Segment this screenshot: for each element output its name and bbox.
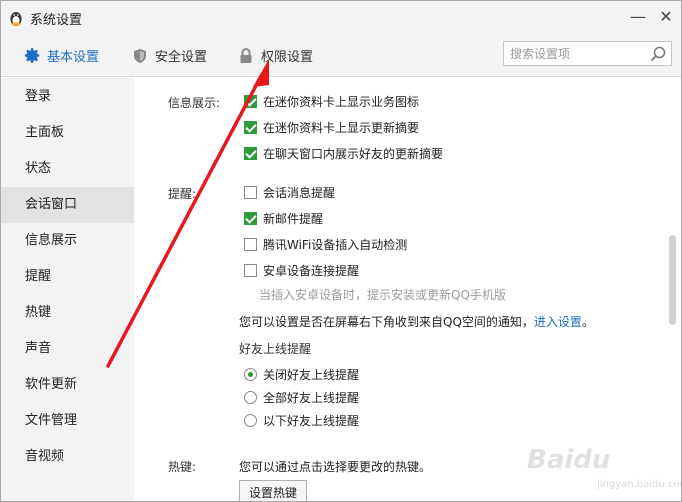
tab-permission-settings-label: 权限设置 — [261, 50, 314, 65]
option-new-mail-reminder[interactable]: 新邮件提醒 — [244, 210, 323, 226]
search-input[interactable] — [510, 45, 645, 63]
penguin-icon — [10, 12, 22, 26]
checkbox[interactable] — [244, 146, 257, 160]
sidebar-item-hotkey[interactable]: 热键 — [1, 295, 134, 331]
option-mini-card-update-summary[interactable]: 在迷你资料卡上显示更新摘要 — [244, 119, 419, 135]
option-label: 新邮件提醒 — [263, 211, 324, 226]
tab-security-settings[interactable]: 安全设置 — [131, 34, 207, 77]
gear-icon — [23, 47, 41, 65]
tab-bar: 基本设置 安全设置 权限设置 — [1, 34, 681, 77]
settings-window: 系统设置 — ✕ 基本设置 安全设置 权限设置 登录 — [0, 0, 682, 502]
search-box[interactable] — [503, 41, 672, 66]
option-label: 会话消息提醒 — [263, 185, 336, 200]
tab-basic-settings[interactable]: 基本设置 — [23, 34, 99, 77]
radio-all-friends-online[interactable]: 全部好友上线提醒 — [244, 389, 359, 405]
radio-button[interactable] — [244, 390, 257, 404]
qzone-notice-text: 您可以设置是否在屏幕右下角收到来自QQ空间的通知， — [239, 314, 534, 329]
option-label: 在迷你资料卡上显示业务图标 — [263, 94, 420, 109]
qzone-settings-link[interactable]: 进入设置 — [534, 313, 582, 330]
close-button[interactable]: ✕ — [655, 5, 677, 27]
scrollbar-thumb[interactable] — [669, 235, 676, 325]
sidebar: 登录 主面板 状态 会话窗口 信息展示 提醒 热键 声音 软件更新 文件管理 音… — [1, 78, 134, 501]
radio-button[interactable] — [244, 367, 257, 381]
radio-following-friends-online[interactable]: 以下好友上线提醒 — [244, 412, 359, 428]
sidebar-item-chat-window[interactable]: 会话窗口 — [1, 187, 134, 223]
option-chat-window-friend-updates[interactable]: 在聊天窗口内展示好友的更新摘要 — [244, 145, 443, 161]
sidebar-item-reminder[interactable]: 提醒 — [1, 259, 134, 295]
window-title: 系统设置 — [30, 13, 83, 28]
hotkey-label: 热键: — [168, 460, 197, 474]
set-hotkey-button[interactable]: 设置热键 — [239, 480, 308, 501]
tab-security-settings-label: 安全设置 — [155, 50, 208, 65]
option-label: 在迷你资料卡上显示更新摘要 — [263, 120, 420, 135]
hotkey-description: 您可以通过点击选择要更改的热键。 — [239, 460, 432, 474]
option-label: 以下好友上线提醒 — [263, 413, 360, 428]
baidu-watermark: Baidu — [527, 445, 611, 475]
radio-close-friend-online[interactable]: 关闭好友上线提醒 — [244, 366, 359, 382]
checkbox[interactable] — [244, 120, 257, 134]
info-display-label: 信息展示: — [168, 96, 221, 110]
sidebar-item-software-update[interactable]: 软件更新 — [1, 367, 134, 403]
qzone-notice-end: 。 — [581, 314, 594, 329]
qzone-notice: 您可以设置是否在屏幕右下角收到来自QQ空间的通知， 进入设置 。 — [239, 313, 594, 329]
settings-content: 信息展示: 在迷你资料卡上显示业务图标 在迷你资料卡上显示更新摘要 在聊天窗口内… — [134, 78, 681, 501]
sidebar-item-info-display[interactable]: 信息展示 — [1, 223, 134, 259]
sidebar-item-login[interactable]: 登录 — [1, 79, 134, 115]
tab-basic-settings-label: 基本设置 — [47, 50, 100, 65]
option-label: 关闭好友上线提醒 — [263, 367, 360, 382]
reminder-label: 提醒: — [168, 187, 197, 201]
android-hint: 当插入安卓设备时，提示安装或更新QQ手机版 — [259, 288, 506, 302]
title-bar[interactable]: 系统设置 — ✕ — [1, 1, 681, 34]
friend-online-title: 好友上线提醒 — [239, 342, 312, 356]
sidebar-item-main-panel[interactable]: 主面板 — [1, 115, 134, 151]
minimize-button[interactable]: — — [627, 5, 649, 27]
option-label: 安卓设备连接提醒 — [263, 263, 360, 278]
checkbox[interactable] — [244, 185, 257, 199]
lock-icon — [237, 47, 255, 65]
option-mini-card-business-icon[interactable]: 在迷你资料卡上显示业务图标 — [244, 93, 419, 109]
option-android-connect-reminder[interactable]: 安卓设备连接提醒 — [244, 262, 359, 278]
checkbox[interactable] — [244, 211, 257, 225]
option-wifi-auto-detect[interactable]: 腾讯WiFi设备插入自动检测 — [244, 236, 407, 252]
sidebar-item-audio-video[interactable]: 音视频 — [1, 439, 134, 475]
option-label: 全部好友上线提醒 — [263, 390, 360, 405]
sidebar-item-status[interactable]: 状态 — [1, 151, 134, 187]
checkbox[interactable] — [244, 94, 257, 108]
sidebar-item-file-management[interactable]: 文件管理 — [1, 403, 134, 439]
search-icon[interactable] — [649, 45, 667, 63]
sidebar-item-sound[interactable]: 声音 — [1, 331, 134, 367]
option-label: 在聊天窗口内展示好友的更新摘要 — [263, 146, 444, 161]
baidu-watermark-url: jingyan.baidu.com — [597, 479, 682, 490]
option-session-message-reminder[interactable]: 会话消息提醒 — [244, 184, 335, 200]
checkbox[interactable] — [244, 237, 257, 251]
radio-button[interactable] — [244, 413, 257, 427]
checkbox[interactable] — [244, 263, 257, 277]
option-label: 腾讯WiFi设备插入自动检测 — [263, 237, 408, 252]
tab-permission-settings[interactable]: 权限设置 — [237, 34, 313, 77]
shield-icon — [131, 47, 149, 65]
